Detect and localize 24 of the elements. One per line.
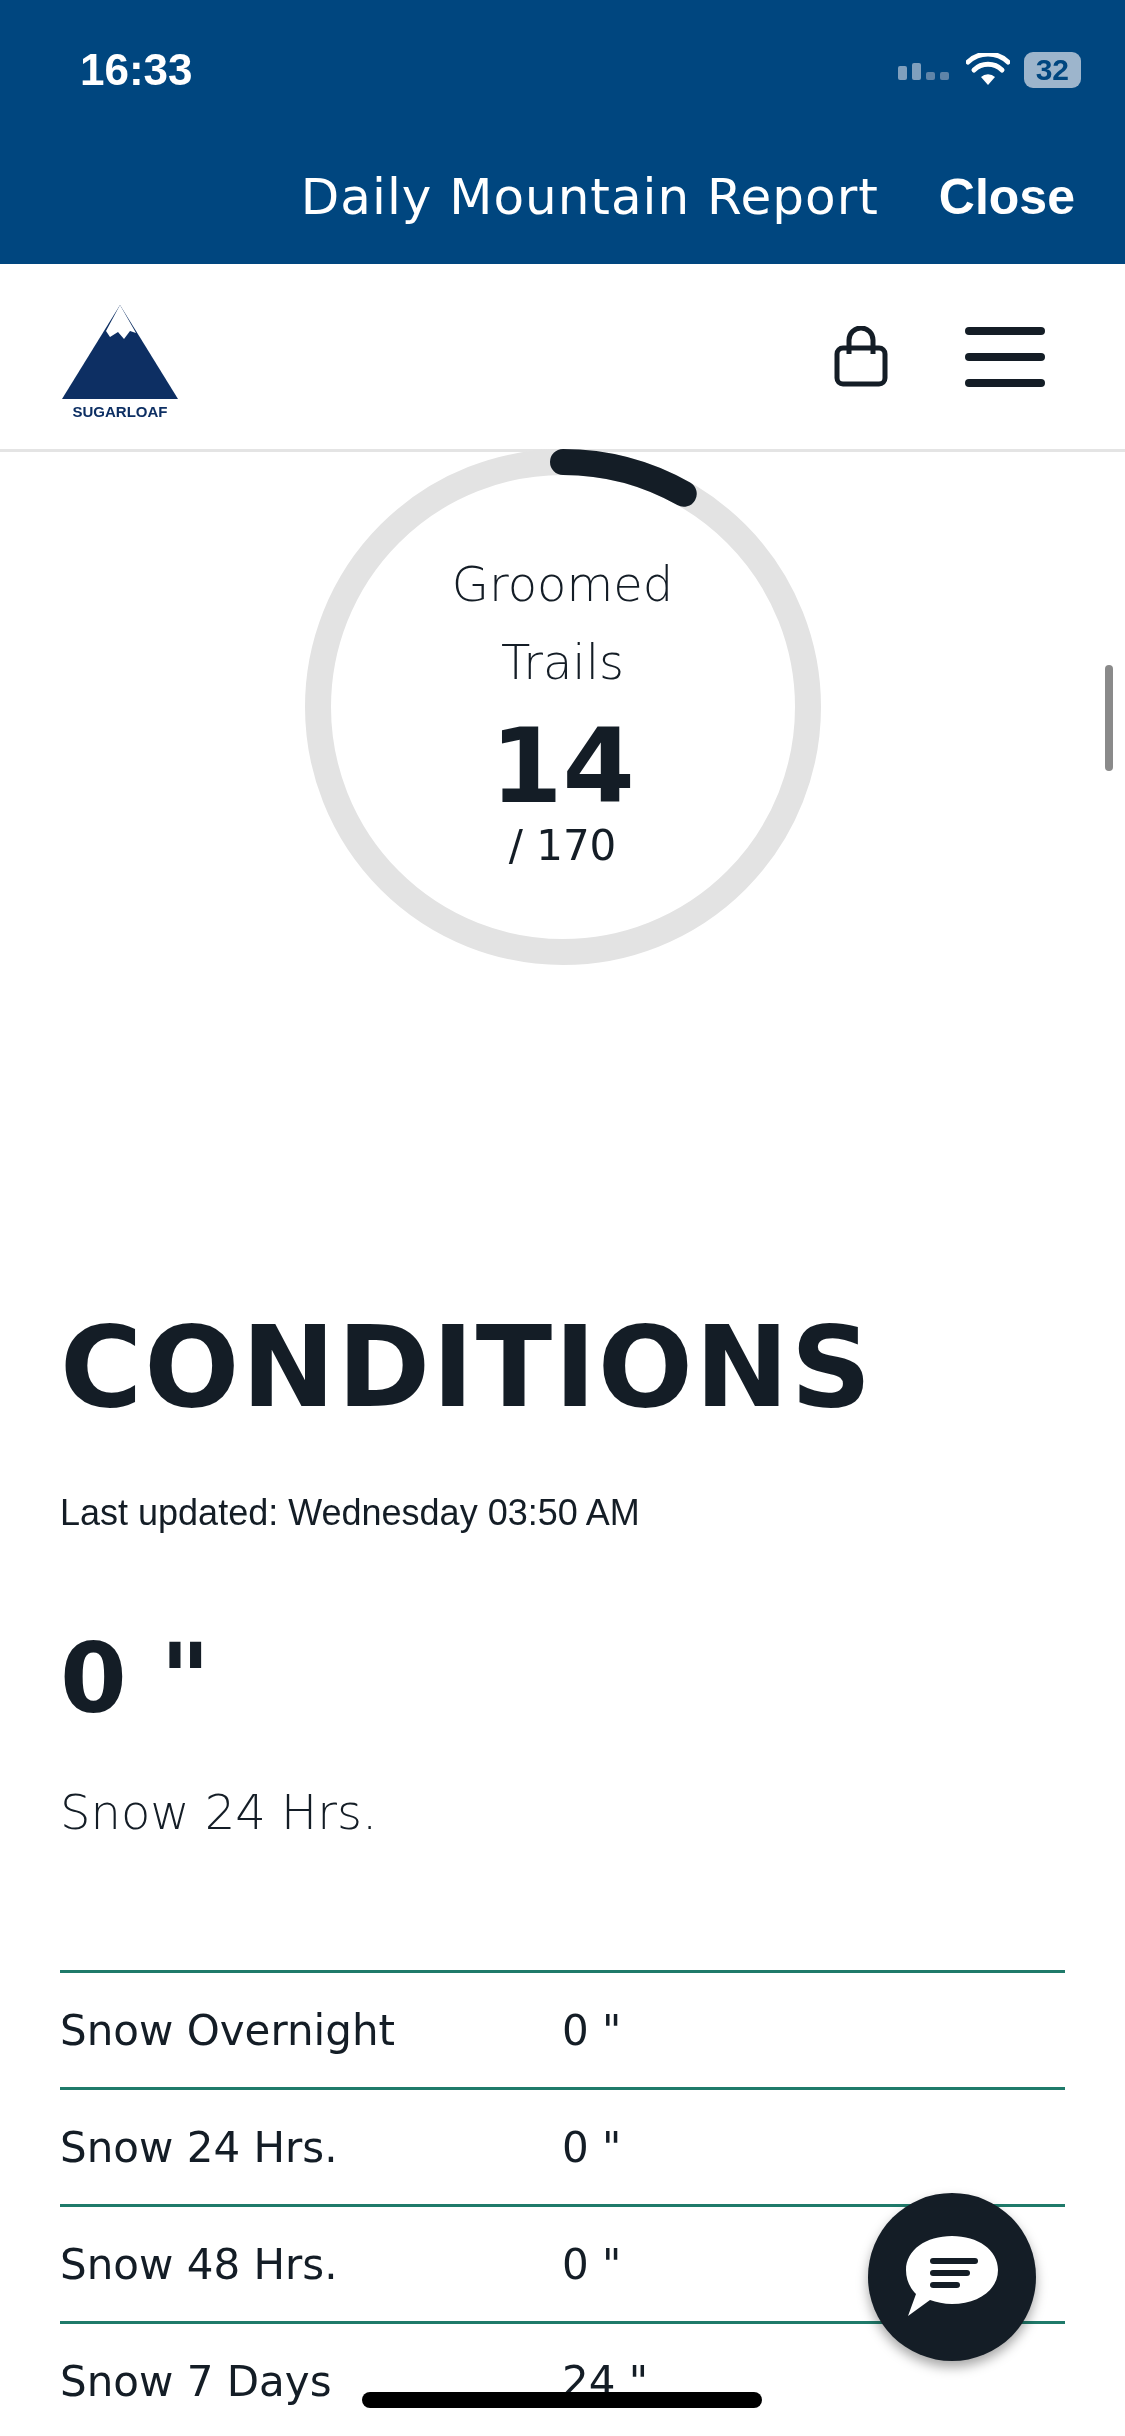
gauge-total: / 170 [508, 821, 617, 871]
table-cell-text: Snow 48 Hrs. [60, 2239, 339, 2289]
battery-level: 32 [1023, 52, 1081, 88]
gauge-value: 14 [490, 711, 635, 821]
table-cell-text: Snow 24 Hrs. [60, 2122, 339, 2172]
status-time: 16:33 [80, 45, 193, 95]
mountain-icon [60, 303, 180, 401]
signal-icon [897, 60, 952, 80]
close-button[interactable]: Close [938, 168, 1075, 226]
snow-value: 0 " [60, 1624, 212, 1734]
snow-label: Snow 24 Hrs. [60, 1784, 379, 1840]
table-cell: 0 " [562, 2005, 622, 2055]
brand-name: SUGARLOAF [72, 403, 168, 420]
table-cell: 0 " [562, 2122, 622, 2172]
table-cell-text: Snow 7 Days [60, 2356, 333, 2406]
table-cell: 0 " [562, 2239, 622, 2289]
conditions-heading: CONDITIONS [60, 1302, 875, 1432]
menu-icon[interactable] [965, 324, 1045, 389]
wifi-icon [965, 53, 1010, 87]
page-title: Daily Mountain Report [300, 168, 879, 226]
table-cell-text: Snow Overnight [60, 2005, 396, 2055]
gauge-label: Groomed Trails [450, 555, 675, 692]
last-updated: Last updated: Wednesday 03:50 AM [60, 1492, 641, 1534]
shopping-bag-icon[interactable] [833, 325, 889, 388]
